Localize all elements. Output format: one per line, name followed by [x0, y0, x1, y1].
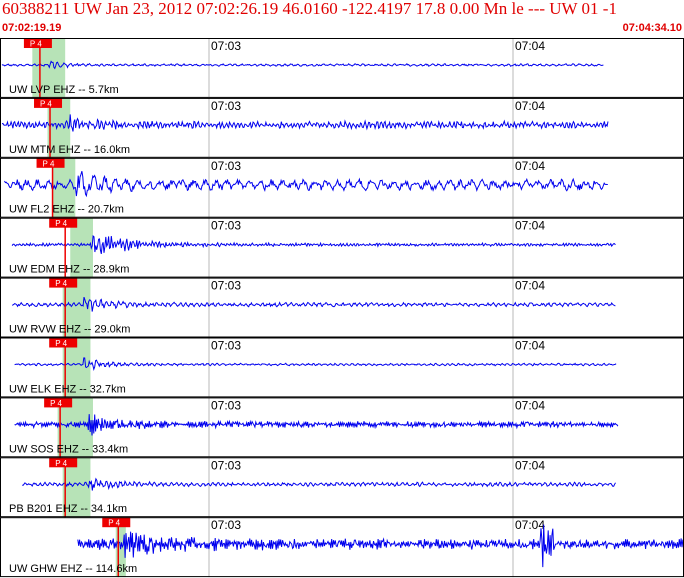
minute-tick-label: 07:04 — [515, 398, 545, 412]
minute-tick-label: 07:03 — [211, 159, 241, 173]
minute-tick-label: 07:04 — [515, 458, 545, 472]
minute-tick-label: 07:04 — [515, 159, 545, 173]
minute-tick-label: 07:04 — [515, 339, 545, 353]
trace-panel: 07:03 07:04P 4UW GHW EHZ -- 114.6km — [0, 517, 684, 578]
waveform — [4, 171, 608, 198]
minute-tick-label: 07:03 — [211, 279, 241, 293]
station-label: PB B201 EHZ -- 34.1km — [9, 503, 127, 515]
pick-label: P 4 — [55, 219, 67, 228]
minute-tick-label: 07:03 — [211, 458, 241, 472]
minute-tick-label: 07:04 — [515, 99, 545, 113]
seismogram-plot: 07:03 07:04P 4UW LVP EHZ -- 5.7km07:03 07:… — [0, 38, 684, 578]
waveform — [1, 114, 609, 132]
pick-label: P 4 — [55, 279, 67, 288]
trace-panel: 07:03 07:04 P 4 UW MTM EHZ -- 16.0km — [0, 97, 684, 158]
pick-label: P 4 — [50, 399, 62, 408]
minute-tick-label: 07:04 — [515, 279, 545, 293]
trace-panel: 07:03 07:04 P 4 UW SOS EHZ -- 33.4km — [0, 397, 684, 458]
pick-label: P 4 — [55, 459, 67, 468]
minute-tick-label: 07:04 — [515, 219, 545, 233]
trace-panel: 07:03 07:04 P 4 UW RVW EHZ -- 29.0km — [0, 277, 684, 338]
pick-label: P 4 — [108, 519, 120, 528]
trace-panel: 07:03 07:04 P 4 UW ELK EHZ -- 32.7km — [0, 337, 684, 398]
waveform — [77, 524, 684, 568]
trace-panel: 07:03 07:04 P 4 PB B201 EHZ -- 34.1km — [0, 457, 684, 518]
minute-tick-label: 07:03 — [211, 219, 241, 233]
station-label: UW MTM EHZ -- 16.0km — [9, 144, 130, 156]
minute-tick-label: 07:03 — [211, 339, 241, 353]
pick-label: P 4 — [40, 99, 52, 108]
waveform — [11, 296, 616, 312]
station-label: UW FL2 EHZ -- 20.7km — [9, 204, 124, 216]
minute-tick-label: 07:03 — [211, 39, 241, 53]
station-label: UW EDM EHZ -- 28.9km — [9, 264, 129, 276]
trace-panel: 07:03 07:04 P 4 UW LVP EHZ -- 5.7km — [0, 38, 684, 98]
minute-tick-label: 07:03 — [211, 99, 241, 113]
pick-label: P 4 — [43, 159, 55, 168]
pick-label: P 4 — [30, 40, 42, 49]
station-label: UW ELK EHZ -- 32.7km — [9, 383, 126, 395]
station-label: UW LVP EHZ -- 5.7km — [9, 84, 119, 96]
trace-panel: 07:03 07:04 P 4 UW FL2 EHZ -- 20.7km — [0, 157, 684, 218]
waveform — [11, 235, 616, 255]
waveform — [14, 357, 617, 372]
minute-tick-label: 07:03 — [211, 398, 241, 412]
station-label: UW SOS EHZ -- 33.4km — [9, 443, 128, 455]
waveform — [14, 414, 619, 436]
station-label: UW GHW EHZ -- 114.6km — [9, 563, 137, 575]
minute-tick-label: 07:03 — [211, 518, 241, 532]
minute-tick-label: 07:04 — [515, 39, 545, 53]
trace-panel: 07:03 07:04 P 4 UW EDM EHZ -- 28.9km — [0, 217, 684, 278]
pick-label: P 4 — [55, 339, 67, 348]
station-label: UW RVW EHZ -- 29.0km — [9, 324, 130, 336]
waveform — [22, 477, 616, 491]
